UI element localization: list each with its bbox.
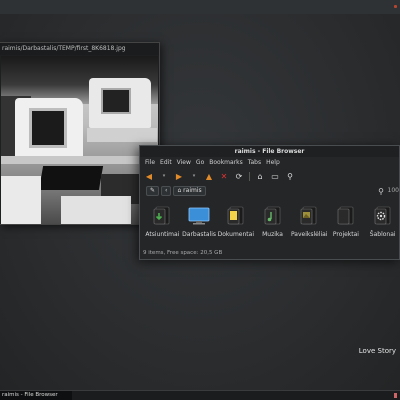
pictures-folder-icon xyxy=(298,204,320,226)
menu-bar: File Edit View Go Bookmarks Tabs Help xyxy=(140,157,399,168)
menu-tabs[interactable]: Tabs xyxy=(248,159,261,166)
documents-folder-icon xyxy=(225,204,247,226)
breadcrumb-left-arrow[interactable]: ‹ xyxy=(161,186,172,196)
zoom-icon[interactable]: ⚲ xyxy=(378,187,384,196)
up-icon[interactable]: ▲ xyxy=(204,171,214,181)
file-item-dokumentai[interactable]: Dokumentai xyxy=(217,202,254,246)
toggle-location-icon[interactable]: ✎ xyxy=(146,186,160,196)
file-item-muzika[interactable]: Muzika xyxy=(254,202,291,246)
file-item-darbastalis[interactable]: Darbastalis xyxy=(181,202,218,246)
desktop-folder-icon xyxy=(188,204,210,226)
file-item-sablonai[interactable]: Šablonai xyxy=(364,202,400,246)
file-browser-title[interactable]: raimis - File Browser xyxy=(140,146,399,157)
reload-icon[interactable]: ⟳ xyxy=(234,171,244,181)
stop-icon[interactable]: ✕ xyxy=(219,171,229,181)
music-folder-icon xyxy=(262,204,284,226)
projects-folder-icon xyxy=(335,204,357,226)
file-item-atsiuntimai[interactable]: Atsiuntimai xyxy=(144,202,181,246)
menu-edit[interactable]: Edit xyxy=(160,159,172,166)
computer-icon[interactable]: ▭ xyxy=(270,171,280,181)
tray-icon[interactable] xyxy=(394,393,397,398)
tray-indicator[interactable] xyxy=(394,5,397,8)
status-bar: 9 items, Free space: 20,5 GB xyxy=(143,250,223,256)
file-label: Atsiuntimai xyxy=(145,231,180,238)
file-label: Šablonai xyxy=(369,231,396,238)
menu-view[interactable]: View xyxy=(177,159,191,166)
toolbar: ◀ ▾ ▶ ▾ ▲ ✕ ⟳ ⌂ ▭ ⚲ xyxy=(140,168,399,184)
menu-go[interactable]: Go xyxy=(196,159,204,166)
forward-icon[interactable]: ▶ xyxy=(174,171,184,181)
download-folder-icon xyxy=(151,204,173,226)
search-icon[interactable]: ⚲ xyxy=(285,171,295,181)
menu-help[interactable]: Help xyxy=(266,159,280,166)
file-item-projektai[interactable]: Projektai xyxy=(328,202,365,246)
file-label: Muzika xyxy=(262,231,283,238)
home-icon[interactable]: ⌂ xyxy=(255,171,265,181)
file-item-paveiksleliai[interactable]: Paveikslėliai xyxy=(291,202,328,246)
taskbar: raimis - File Browser xyxy=(0,390,400,400)
file-label: Paveikslėliai xyxy=(290,231,328,238)
back-icon[interactable]: ◀ xyxy=(144,171,154,181)
top-panel xyxy=(0,0,400,14)
file-label: Dokumentai xyxy=(217,231,254,238)
breadcrumb-raimis[interactable]: ⌂ raimis xyxy=(173,186,206,196)
file-label: Darbastalis xyxy=(182,231,217,238)
file-browser-window: raimis - File Browser File Edit View Go … xyxy=(139,145,400,260)
breadcrumb-label: raimis xyxy=(183,187,202,194)
image-viewer-window: raimis/Darbastalis/TEMP/first_8K6818.jpg xyxy=(0,42,160,225)
forward-dropdown-icon[interactable]: ▾ xyxy=(189,171,199,181)
menu-bookmarks[interactable]: Bookmarks xyxy=(209,159,243,166)
back-dropdown-icon[interactable]: ▾ xyxy=(159,171,169,181)
taskbar-item-file-browser[interactable]: raimis - File Browser xyxy=(0,391,72,400)
zoom-level[interactable]: 100 xyxy=(388,187,399,194)
now-playing-widget: Love Story xyxy=(358,347,396,355)
file-label: Projektai xyxy=(332,231,359,238)
viewer-title[interactable]: raimis/Darbastalis/TEMP/first_8K6818.jpg xyxy=(0,43,159,55)
file-grid: Atsiuntimai Darbastalis Dokumentai Muzik… xyxy=(140,202,400,246)
location-bar: ✎ ‹ ⌂ raimis ⚲ 100 xyxy=(140,184,399,198)
toolbar-separator xyxy=(249,171,250,181)
viewer-image xyxy=(1,56,158,224)
templates-folder-icon xyxy=(372,204,394,226)
menu-file[interactable]: File xyxy=(145,159,155,166)
home-folder-icon: ⌂ xyxy=(177,187,182,194)
